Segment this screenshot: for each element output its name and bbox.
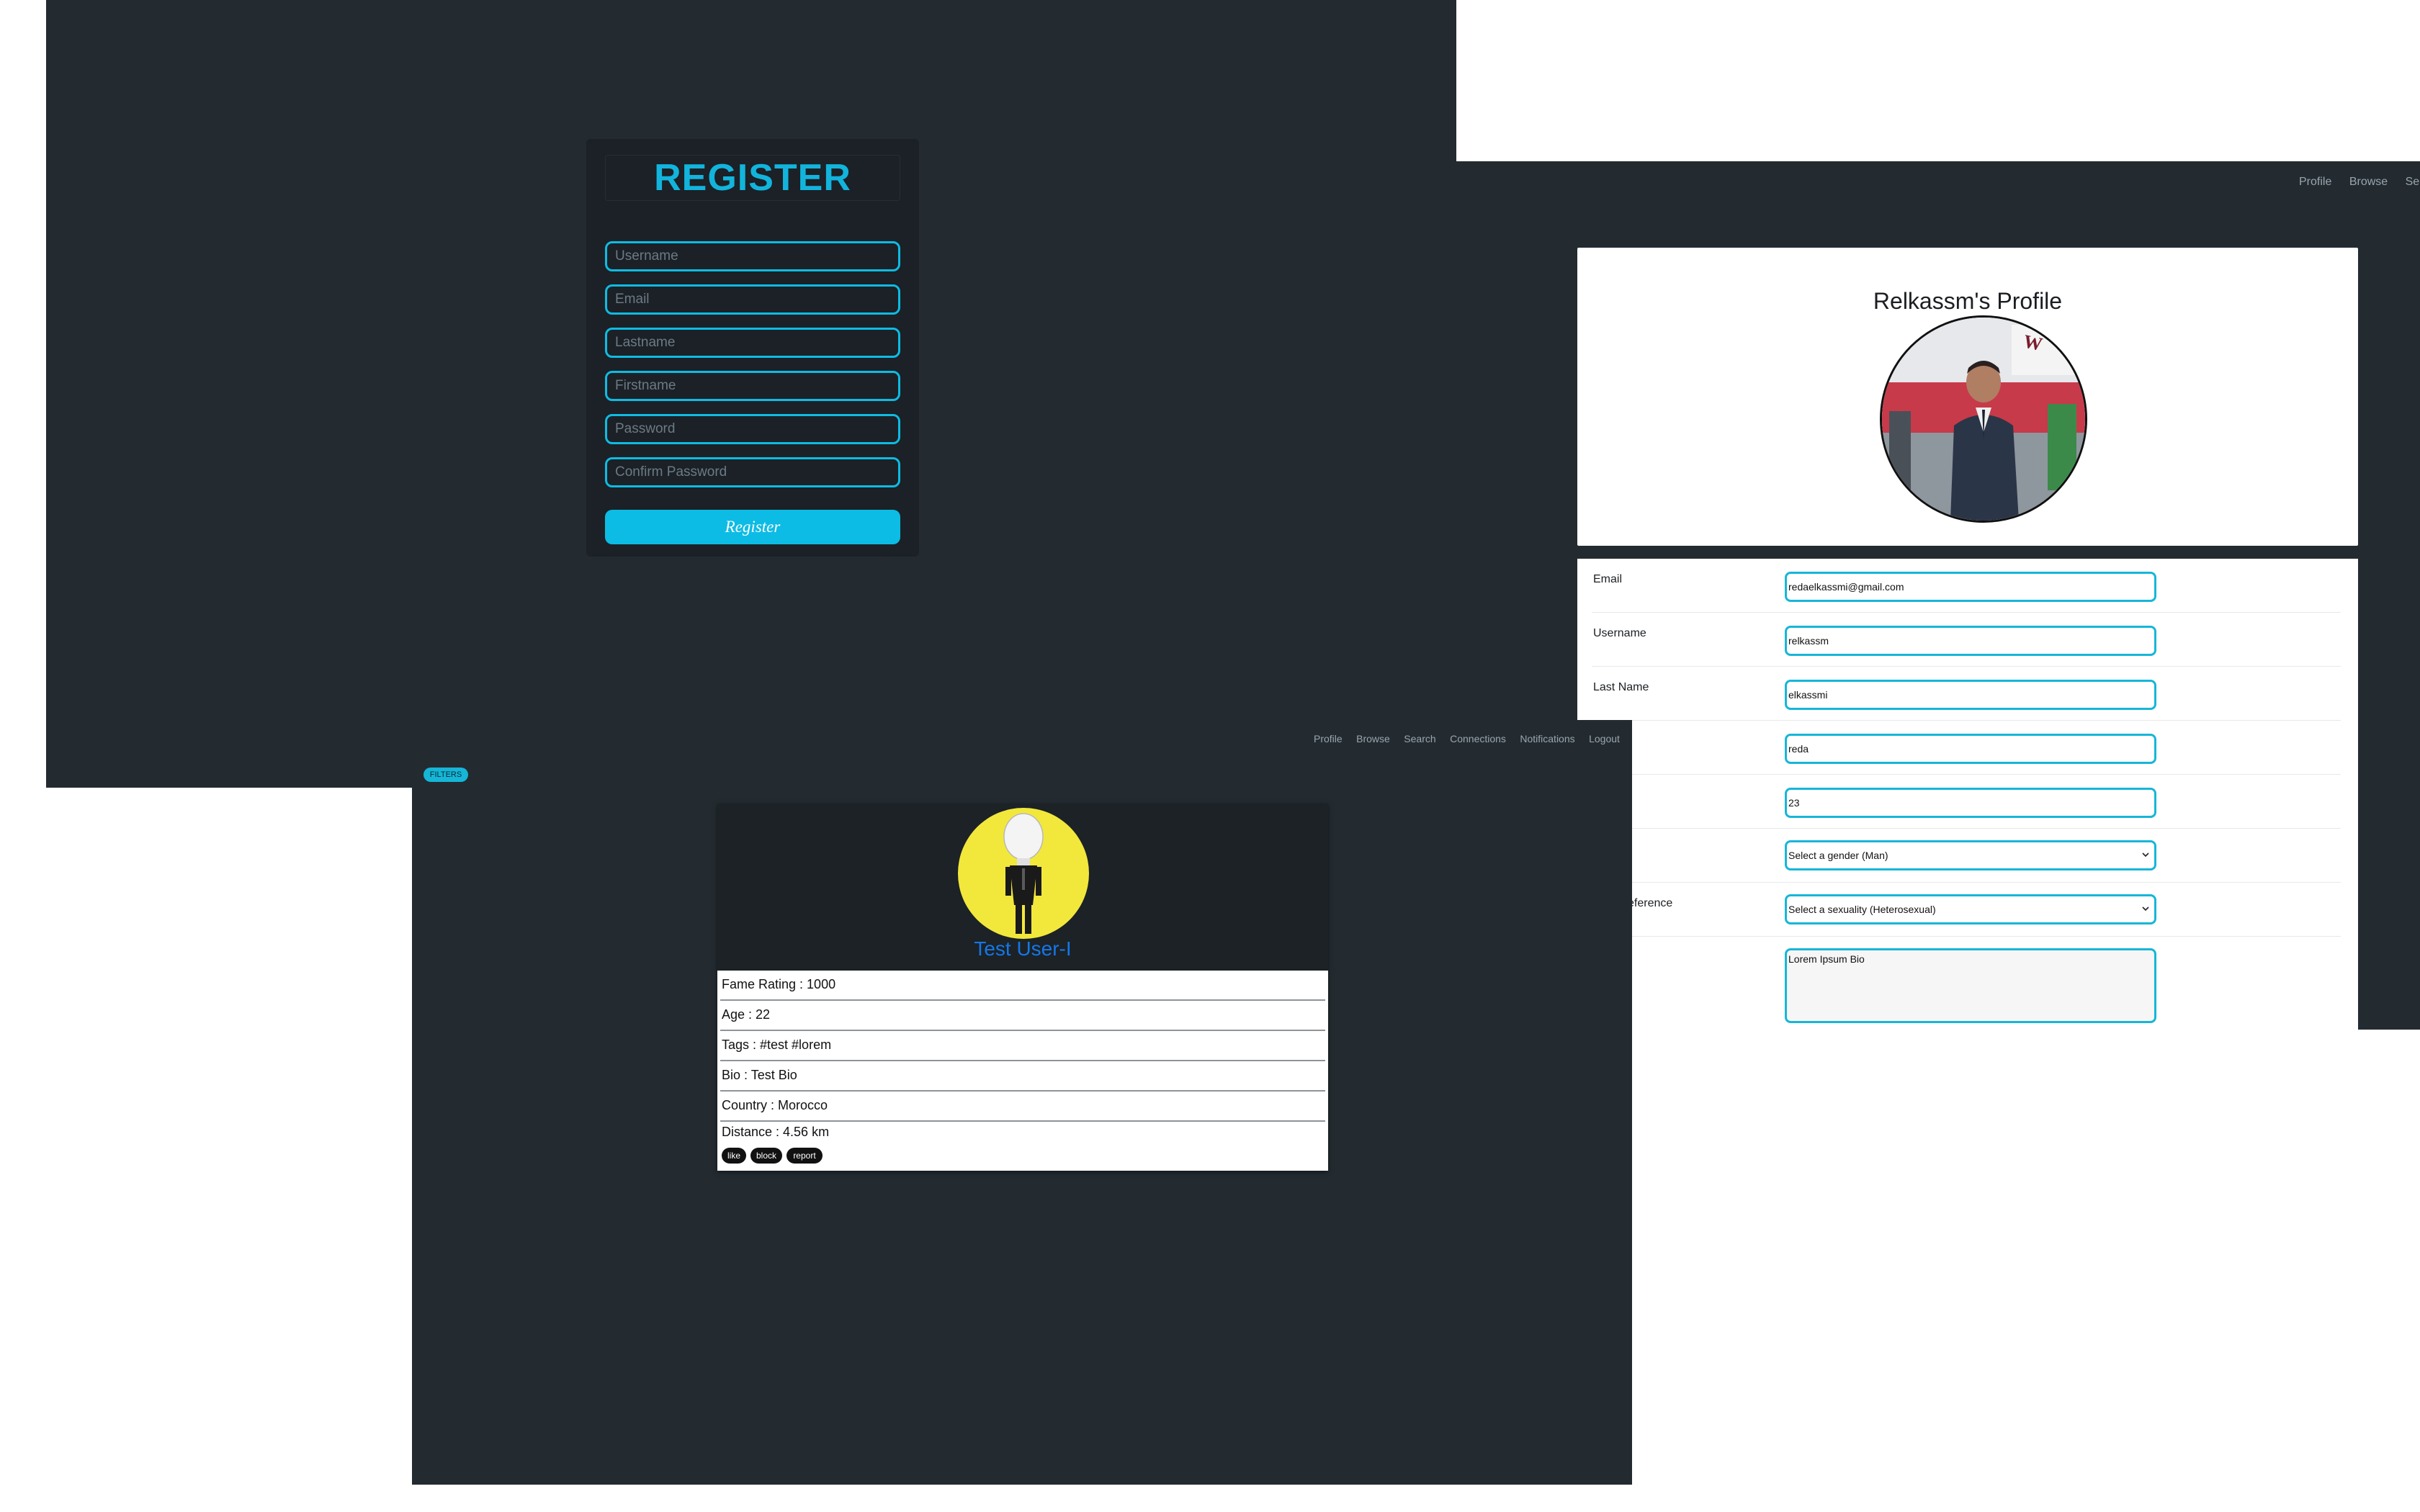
register-window: REGISTER Register xyxy=(46,0,1456,788)
bio-textarea[interactable]: Lorem Ipsum Bio xyxy=(1785,948,2156,1023)
form-row-username: Username xyxy=(1592,613,2341,667)
nav-connections-link[interactable]: Connections xyxy=(1450,733,1506,744)
email-label: Email xyxy=(1593,573,1623,585)
nav-browse-link[interactable]: Browse xyxy=(2349,176,2388,188)
nav-search-link[interactable]: Sear xyxy=(2406,176,2420,188)
lastname-label: Last Name xyxy=(1593,681,1649,693)
profile-avatar: W xyxy=(1880,315,2087,523)
firstname-input[interactable] xyxy=(605,371,900,401)
user-name[interactable]: Test User-I xyxy=(717,937,1328,960)
profile-header-card: Relkassm's Profile W xyxy=(1577,248,2358,546)
sexuality-select[interactable]: Select a sexuality (Heterosexual) xyxy=(1785,894,2156,924)
user-card: Test User-I Fame Rating : 1000 Age : 22 … xyxy=(717,804,1328,1171)
sexuality-select-value: Select a sexuality (Heterosexual) xyxy=(1788,904,1936,915)
age-field[interactable] xyxy=(1785,788,2156,818)
gender-select-value: Select a gender (Man) xyxy=(1788,850,1888,861)
nav-profile-link[interactable]: Profile xyxy=(2299,176,2331,188)
form-row-bio: Lorem Ipsum Bio xyxy=(1592,937,2341,1030)
report-button[interactable]: report xyxy=(786,1148,823,1164)
profile-photo-icon: W xyxy=(1882,318,2085,521)
confirm-password-input[interactable] xyxy=(605,457,900,487)
register-title: REGISTER xyxy=(654,157,851,199)
nav-profile-link[interactable]: Profile xyxy=(1314,733,1343,744)
nav-notifications-link[interactable]: Notifications xyxy=(1520,733,1574,744)
form-row-lastname: Last Name xyxy=(1592,667,2341,721)
profile-title: Relkassm's Profile xyxy=(1873,288,2063,314)
block-button[interactable]: block xyxy=(750,1148,782,1164)
firstname-field[interactable] xyxy=(1785,734,2156,764)
form-row-preference: Preference Select a sexuality (Heterosex… xyxy=(1592,883,2341,937)
tags-row: Tags : #test #lorem xyxy=(720,1031,1325,1061)
username-field[interactable] xyxy=(1785,626,2156,656)
nav-logout-link[interactable]: Logout xyxy=(1589,733,1620,744)
form-row-email: Email xyxy=(1592,559,2341,613)
chevron-down-icon xyxy=(2141,904,2150,915)
nav-browse-link[interactable]: Browse xyxy=(1356,733,1390,744)
age-row: Age : 22 xyxy=(720,1001,1325,1031)
form-row-gender: Select a gender (Man) xyxy=(1592,829,2341,883)
password-input[interactable] xyxy=(605,414,900,444)
browse-nav: Profile Browse Search Connections Notifi… xyxy=(1314,733,1631,746)
username-input[interactable] xyxy=(605,241,900,271)
register-title-box: REGISTER xyxy=(605,155,900,201)
profile-nav: Profile Browse Sear xyxy=(2299,176,2420,189)
like-button[interactable]: like xyxy=(722,1148,746,1164)
avatar-figure-icon xyxy=(1003,813,1044,934)
register-card: REGISTER Register xyxy=(586,139,919,557)
nav-search-link[interactable]: Search xyxy=(1404,733,1435,744)
filters-button[interactable]: FILTERS xyxy=(424,768,468,782)
browse-window: Profile Browse Search Connections Notifi… xyxy=(412,720,1632,1485)
chevron-down-icon xyxy=(2141,850,2150,861)
form-row-age xyxy=(1592,775,2341,829)
email-field[interactable] xyxy=(1785,572,2156,602)
lastname-field[interactable] xyxy=(1785,680,2156,710)
email-input[interactable] xyxy=(605,284,900,315)
country-row: Country : Morocco xyxy=(720,1092,1325,1122)
gender-select[interactable]: Select a gender (Man) xyxy=(1785,840,2156,870)
form-row-firstname: ame xyxy=(1585,721,2341,775)
bio-row: Bio : Test Bio xyxy=(720,1061,1325,1092)
lastname-input[interactable] xyxy=(605,328,900,358)
user-card-header: Test User-I xyxy=(717,804,1328,971)
distance-row: Distance : 4.56 km xyxy=(722,1125,830,1139)
profile-form: Email Username Last Name ame Select a ge… xyxy=(1577,559,2358,1030)
user-avatar xyxy=(958,808,1089,939)
register-button[interactable]: Register xyxy=(605,510,900,544)
fame-rating-row: Fame Rating : 1000 xyxy=(720,971,1325,1001)
username-label: Username xyxy=(1593,627,1646,639)
